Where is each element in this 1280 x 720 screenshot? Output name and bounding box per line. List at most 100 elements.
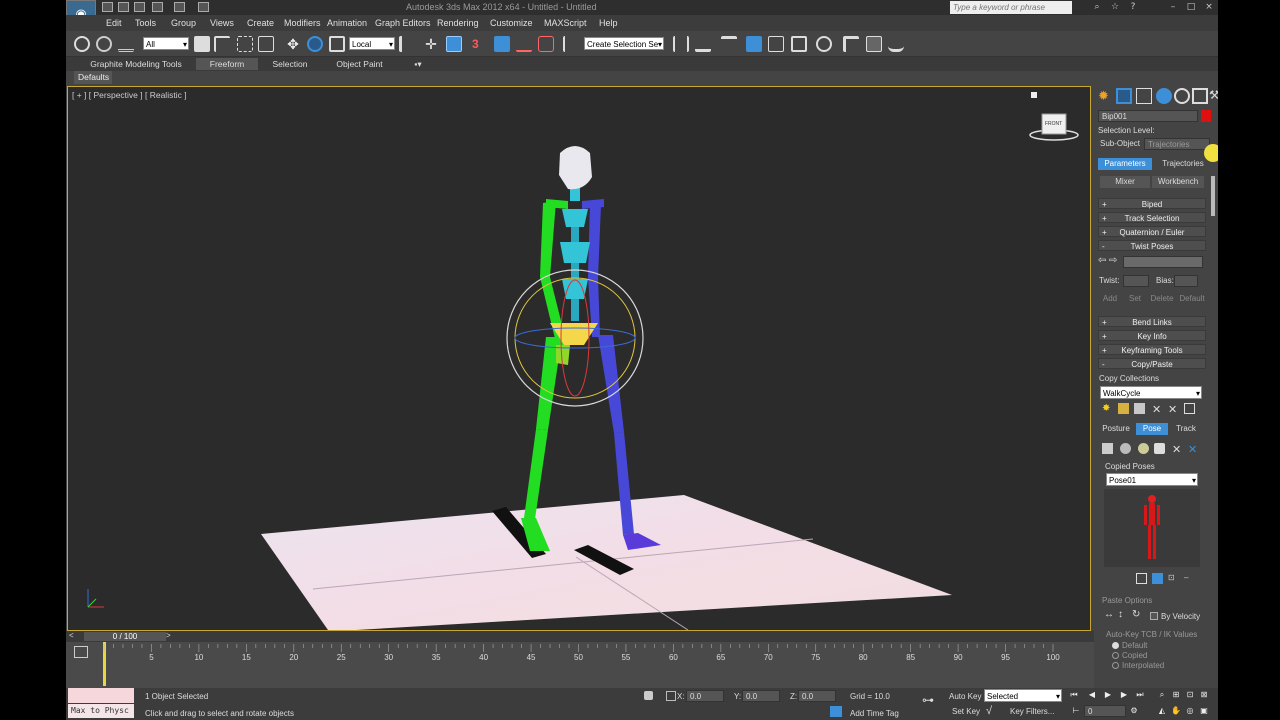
orbit-icon[interactable]: ◎ bbox=[1184, 705, 1196, 717]
biped-right-thigh[interactable] bbox=[598, 335, 624, 433]
snaps-toggle-icon[interactable]: 3 bbox=[472, 36, 488, 52]
absolute-mode-icon[interactable] bbox=[666, 691, 676, 701]
thumbnail-view-icon[interactable] bbox=[1136, 573, 1147, 584]
bias-field[interactable] bbox=[1174, 275, 1198, 287]
copy-collection-dropdown[interactable]: WalkCycle bbox=[1100, 386, 1202, 400]
copy-pose-capture-icon[interactable] bbox=[1154, 443, 1165, 454]
go-to-end-icon[interactable]: ⏭ bbox=[1134, 689, 1146, 701]
menu-maxscript[interactable]: MAXScript bbox=[544, 18, 587, 28]
biped-spine-1[interactable] bbox=[562, 209, 588, 227]
keyboard-shortcut-override-icon[interactable] bbox=[446, 36, 462, 52]
radio-copied[interactable] bbox=[1112, 652, 1119, 659]
redo-icon[interactable] bbox=[174, 2, 185, 12]
by-velocity-checkbox[interactable] bbox=[1150, 612, 1158, 620]
angle-snap-icon[interactable] bbox=[494, 36, 510, 52]
pivot-center-icon[interactable] bbox=[399, 36, 415, 52]
field-of-view-icon[interactable]: ◭ bbox=[1156, 705, 1168, 717]
selection-lock-icon[interactable] bbox=[644, 691, 653, 700]
maxscript-listener-top[interactable] bbox=[68, 688, 134, 703]
menu-create[interactable]: Create bbox=[247, 18, 274, 28]
mixer-button[interactable]: Mixer bbox=[1100, 176, 1150, 188]
ribbon-options-icon[interactable]: ▪▾ bbox=[408, 58, 428, 70]
twist-set-button[interactable]: Set bbox=[1124, 293, 1146, 305]
twist-pose-dropdown[interactable] bbox=[1123, 256, 1203, 268]
delete-all-collections-icon[interactable]: ✕ bbox=[1168, 403, 1179, 416]
paste-vertical-icon[interactable]: ↕ bbox=[1118, 609, 1123, 620]
set-key-icon[interactable]: ⊶ bbox=[922, 693, 934, 707]
twist-add-button[interactable]: Add bbox=[1098, 293, 1122, 305]
panel-scrollbar[interactable] bbox=[1211, 176, 1215, 216]
create-collection-icon[interactable]: ✸ bbox=[1102, 403, 1113, 414]
workbench-button[interactable]: Workbench bbox=[1152, 176, 1204, 188]
selection-filter-dropdown[interactable]: All bbox=[143, 37, 189, 51]
thumbnail-reset-icon[interactable]: ⊡ bbox=[1168, 573, 1179, 584]
next-frame-icon[interactable]: ▶ bbox=[1118, 689, 1130, 701]
key-mode-icon[interactable]: √ bbox=[986, 705, 992, 717]
menu-customize[interactable]: Customize bbox=[490, 18, 533, 28]
posture-mode-button[interactable]: Posture bbox=[1098, 423, 1134, 435]
ribbon-defaults-label[interactable]: Defaults bbox=[74, 71, 112, 84]
biped-left-calf[interactable] bbox=[524, 429, 548, 519]
paste-pose-opposite-icon[interactable] bbox=[1138, 443, 1149, 454]
add-time-tag-button[interactable]: Add Time Tag bbox=[850, 709, 899, 718]
bind-to-space-warp-icon[interactable] bbox=[118, 36, 134, 52]
copy-pose-icon[interactable] bbox=[1102, 443, 1113, 454]
rollout-twist-poses[interactable]: - Twist Poses bbox=[1098, 240, 1206, 251]
unlink-selection-icon[interactable] bbox=[96, 36, 112, 52]
sub-object-dropdown[interactable]: Trajectories bbox=[1144, 138, 1210, 150]
tab-graphite-modeling-tools[interactable]: Graphite Modeling Tools bbox=[78, 58, 194, 70]
paste-horizontal-icon[interactable]: ↔ bbox=[1104, 609, 1114, 620]
edit-named-selection-icon[interactable] bbox=[563, 36, 579, 52]
open-file-icon[interactable] bbox=[118, 2, 129, 12]
named-selection-dropdown[interactable]: Create Selection Se bbox=[584, 37, 664, 51]
pan-view-icon[interactable]: ✋ bbox=[1170, 705, 1182, 717]
thumbnail-clear-icon[interactable]: – bbox=[1184, 573, 1195, 584]
biped-spine-2[interactable] bbox=[560, 242, 590, 263]
communication-center-icon[interactable]: ☆ bbox=[1108, 1, 1122, 13]
previous-frame-icon[interactable]: ◀ bbox=[1086, 689, 1098, 701]
rollout-keyframing-tools[interactable]: + Keyframing Tools bbox=[1098, 344, 1206, 355]
menu-edit[interactable]: Edit bbox=[106, 18, 122, 28]
zoom-icon[interactable]: ⌕ bbox=[1156, 689, 1168, 701]
y-coord-field[interactable]: 0.0 bbox=[742, 690, 780, 702]
maxscript-listener[interactable]: Max to Physc bbox=[68, 704, 134, 718]
menu-modifiers[interactable]: Modifiers bbox=[284, 18, 321, 28]
copied-pose-dropdown[interactable]: Pose01 bbox=[1106, 473, 1198, 487]
tab-parameters[interactable]: Parameters bbox=[1098, 158, 1152, 170]
set-key-button[interactable]: Set Key bbox=[952, 707, 980, 716]
new-file-icon[interactable] bbox=[102, 2, 113, 12]
zoom-all-icon[interactable]: ⊞ bbox=[1170, 689, 1182, 701]
load-collection-icon[interactable] bbox=[1118, 403, 1129, 414]
render-production-icon[interactable] bbox=[888, 36, 904, 52]
undo-icon[interactable] bbox=[152, 2, 163, 12]
tab-object-paint[interactable]: Object Paint bbox=[322, 58, 397, 70]
perspective-viewport[interactable]: [ + ] [ Perspective ] [ Realistic ] FRON… bbox=[67, 86, 1091, 631]
modify-tab-icon[interactable] bbox=[1116, 88, 1132, 104]
percent-snap-icon[interactable] bbox=[516, 36, 532, 52]
twist-field[interactable] bbox=[1123, 275, 1149, 287]
biped-head[interactable] bbox=[559, 146, 592, 190]
rendered-frame-window-icon[interactable] bbox=[866, 36, 882, 52]
menu-group[interactable]: Group bbox=[171, 18, 196, 28]
maximize-viewport-icon[interactable]: ▣ bbox=[1198, 705, 1210, 717]
schematic-view-icon[interactable] bbox=[791, 36, 807, 52]
align-icon[interactable] bbox=[695, 36, 711, 52]
viewcube-home-icon[interactable] bbox=[1031, 92, 1037, 98]
paste-rotation-icon[interactable]: ↻ bbox=[1132, 609, 1140, 620]
time-tag-icon[interactable] bbox=[830, 706, 842, 717]
tab-freeform[interactable]: Freeform bbox=[196, 58, 258, 70]
zoom-extents-all-icon[interactable]: ⊠ bbox=[1198, 689, 1210, 701]
tab-trajectories[interactable]: Trajectories bbox=[1156, 158, 1210, 170]
time-configuration-icon[interactable]: ⚙ bbox=[1128, 705, 1140, 717]
time-slider-prev-icon[interactable]: < bbox=[69, 631, 74, 640]
save-file-icon[interactable] bbox=[134, 2, 145, 12]
time-slider-next-icon[interactable]: > bbox=[166, 631, 171, 640]
project-folder-icon[interactable] bbox=[198, 2, 209, 12]
rollout-key-info[interactable]: + Key Info bbox=[1098, 330, 1206, 341]
window-crossing-icon[interactable] bbox=[258, 36, 274, 52]
motion-tab-icon[interactable] bbox=[1156, 88, 1172, 104]
rollout-bend-links[interactable]: + Bend Links bbox=[1098, 316, 1206, 327]
twist-default-button[interactable]: Default bbox=[1178, 293, 1206, 305]
spinner-snap-icon[interactable] bbox=[538, 36, 554, 52]
layer-manager-icon[interactable] bbox=[721, 36, 737, 52]
